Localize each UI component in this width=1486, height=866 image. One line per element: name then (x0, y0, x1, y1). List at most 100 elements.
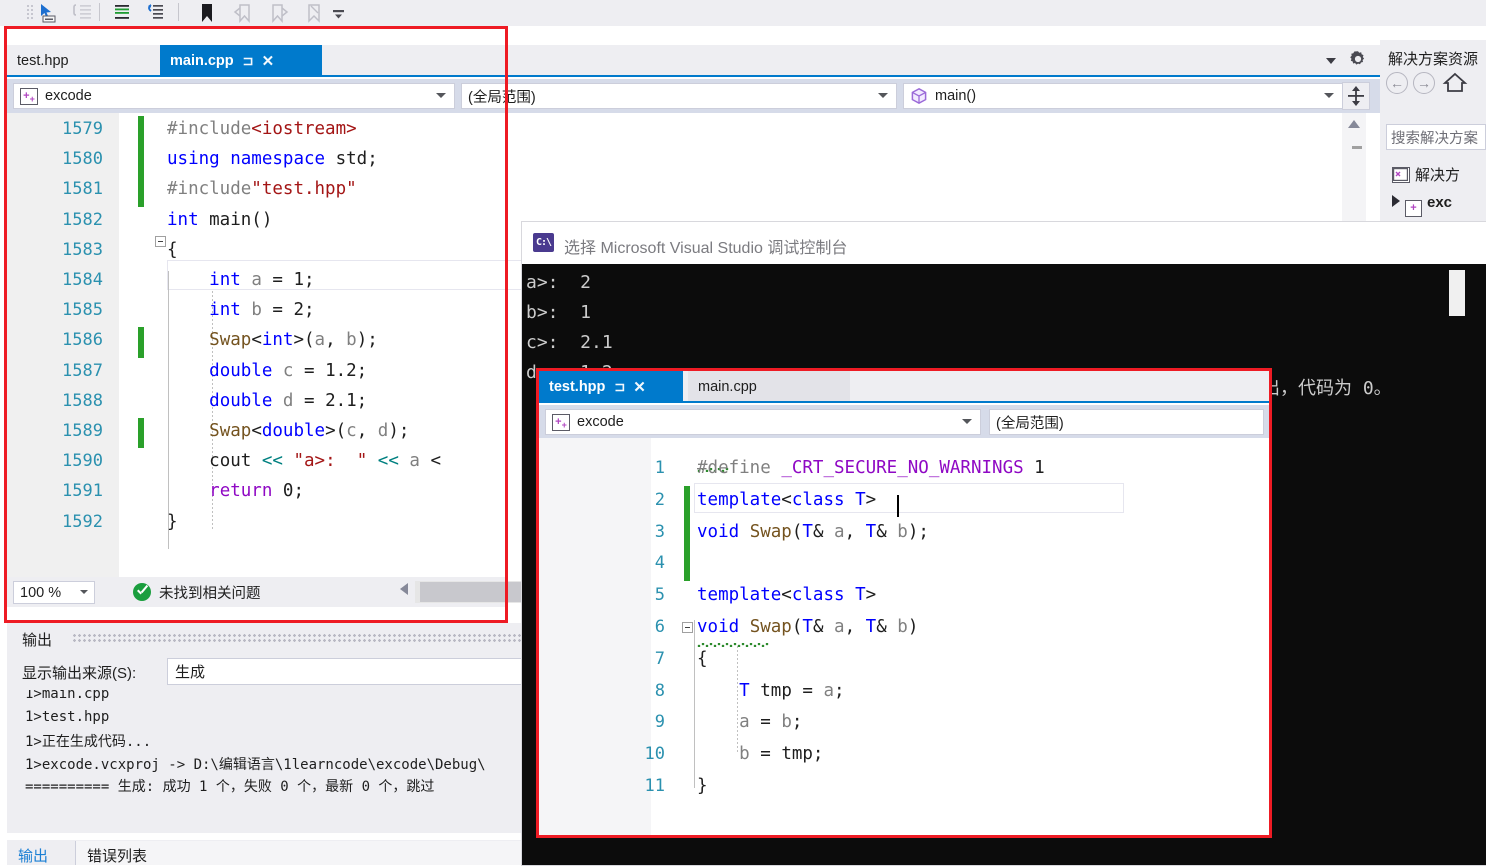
code-line: int a = 1; (209, 270, 315, 290)
solution-explorer-title: 解决方案资源 (1388, 51, 1479, 68)
hpp-editor-tabstrip: test.hpp ⊐ ✕ main.cpp (539, 371, 1269, 403)
scroll-left-icon[interactable] (400, 583, 408, 595)
tab-label: test.hpp (17, 53, 69, 69)
line-number: 7 (654, 648, 665, 669)
line-number: 5 (654, 585, 665, 606)
chevron-down-icon[interactable] (436, 93, 446, 98)
line-number: 1583 (62, 239, 103, 260)
code-line: Swap<double>(c, d); (209, 421, 410, 441)
console-scrollbar-thumb[interactable] (1449, 270, 1465, 316)
line-number: 1580 (62, 149, 103, 170)
code-line: { (697, 648, 708, 669)
output-log-line: 1>test.hpp (25, 708, 110, 725)
gear-icon[interactable] (1348, 49, 1368, 69)
chevron-down-icon[interactable] (1322, 52, 1340, 70)
chevron-down-icon[interactable] (1324, 93, 1334, 98)
line-number: 1582 (62, 209, 103, 230)
hpp-navbar-project-dropdown[interactable]: ++ excode (545, 409, 981, 435)
line-number: 1591 (62, 481, 103, 502)
output-source-dropdown[interactable]: 生成 (167, 658, 527, 685)
output-log-text[interactable]: 1>main.cpp 1>test.hpp 1>正在生成代码... 1>excode.… (9, 690, 528, 798)
output-log-line: 1>excode.vcxproj -> D:\编辑语言\1learncode\e… (25, 756, 486, 773)
tab-test-hpp[interactable]: test.hpp (7, 45, 155, 77)
scroll-up-icon[interactable] (1345, 116, 1363, 132)
console-tail-text: 出，代码为 0。 (1262, 378, 1392, 399)
hpp-tab-main-cpp[interactable]: main.cpp (688, 371, 850, 403)
output-toolbar-grip (72, 633, 527, 643)
tab-error-list-label[interactable]: 错误列表 (87, 845, 147, 866)
cpp-project-icon: + (1405, 200, 1422, 217)
home-icon[interactable] (1442, 70, 1468, 97)
tab-main-cpp[interactable]: main.cpp ⊐ ✕ (160, 45, 322, 77)
code-line: T tmp = a; (739, 680, 845, 701)
code-line: using namespace std; (167, 149, 378, 170)
line-number: 6 (654, 617, 665, 637)
hpp-structure-guideline (694, 620, 695, 788)
code-line: } (167, 511, 178, 532)
hpp-navigation-bar: ++ excode (全局范围) (539, 405, 1269, 438)
back-icon[interactable]: ← (1386, 72, 1408, 94)
changed-line-marker (138, 116, 144, 147)
pointer-insert-icon[interactable] (36, 2, 58, 24)
decrease-indent-icon[interactable] (144, 2, 166, 24)
solution-icon (1392, 167, 1410, 183)
line-number: 3 (654, 521, 665, 542)
code-line: Swap<int>(a, b); (209, 330, 378, 351)
tab-output-label[interactable]: 输出 (18, 845, 48, 866)
code-line: #include<iostream> (167, 119, 357, 139)
changed-line-marker (684, 549, 690, 582)
split-window-button[interactable] (1342, 82, 1370, 110)
next-bookmark-icon[interactable] (268, 2, 290, 24)
navbar-member-label: main() (935, 88, 977, 104)
code-line: { (167, 239, 178, 260)
line-number: 1586 (62, 330, 103, 351)
chevron-down-icon[interactable] (962, 419, 972, 424)
scrollbar-change-marker (1352, 146, 1362, 149)
navbar-member-dropdown[interactable]: main() (903, 83, 1343, 109)
navbar-project-label: excode (45, 88, 92, 104)
toolbar-overflow-icon[interactable] (330, 6, 352, 28)
output-panel-title: 输出 (22, 632, 53, 649)
line-number: 2 (654, 489, 665, 510)
navbar-project-dropdown[interactable]: ++ excode (13, 83, 455, 109)
previous-bookmark-icon[interactable] (232, 2, 254, 24)
console-window-title: 选择 Microsoft Visual Studio 调试控制台 (564, 240, 848, 257)
code-line: int b = 2; (209, 300, 315, 321)
expander-triangle-icon[interactable] (1392, 195, 1400, 207)
toolbar-separator (99, 3, 100, 21)
zoom-level-dropdown[interactable]: 100 % (13, 581, 95, 604)
pin-tab-icon[interactable]: ⊐ (614, 379, 625, 395)
hpp-tabstrip-accent-line (539, 401, 1269, 403)
hpp-tab-test-hpp[interactable]: test.hpp ⊐ ✕ (539, 371, 683, 403)
increase-indent-icon[interactable] (110, 2, 132, 24)
line-number: 1581 (62, 179, 103, 200)
editor-navigation-bar: ++ excode (全局范围) main() (7, 79, 1380, 113)
fold-toggle-icon[interactable] (155, 236, 166, 247)
line-number: 4 (654, 553, 665, 574)
comment-selection-icon[interactable] (72, 2, 94, 24)
hpp-fold-toggle-icon[interactable] (682, 622, 693, 633)
cpp-project-icon: ++ (20, 87, 38, 105)
forward-icon[interactable]: → (1413, 72, 1435, 94)
output-log-line: 1>正在生成代码... (25, 734, 152, 750)
tab-label: main.cpp (698, 379, 757, 395)
hpp-code-editor[interactable]: 1 #define _CRT_SECURE_NO_WARNINGS 1 2 templ… (539, 438, 1269, 835)
navbar-scope-dropdown[interactable]: (全局范围) (461, 83, 897, 109)
toggle-bookmark-icon[interactable] (196, 2, 218, 24)
hpp-navbar-scope-dropdown[interactable]: (全局范围) (989, 409, 1264, 435)
chevron-down-icon[interactable] (878, 93, 888, 98)
line-number: 10 (644, 744, 665, 765)
solution-explorer-item-solution[interactable]: 解决方 (1392, 164, 1460, 185)
method-cube-icon (910, 87, 928, 105)
clear-bookmarks-icon[interactable] (303, 2, 325, 24)
solution-explorer-item-project[interactable]: + exc (1392, 194, 1452, 217)
chevron-down-icon[interactable] (80, 590, 88, 594)
tabstrip-accent-line (7, 75, 1380, 77)
solution-explorer-search-input[interactable]: 搜索解决方案 (1386, 124, 1486, 150)
output-log-line: ========== 生成: 成功 1 个，失败 0 个，最新 0 个，跳过 (25, 779, 435, 795)
close-tab-icon[interactable]: ✕ (633, 378, 646, 396)
pin-tab-icon[interactable]: ⊐ (243, 53, 254, 69)
changed-line-marker (138, 146, 144, 177)
line-number: 1590 (62, 451, 103, 472)
close-tab-icon[interactable]: ✕ (262, 52, 275, 70)
